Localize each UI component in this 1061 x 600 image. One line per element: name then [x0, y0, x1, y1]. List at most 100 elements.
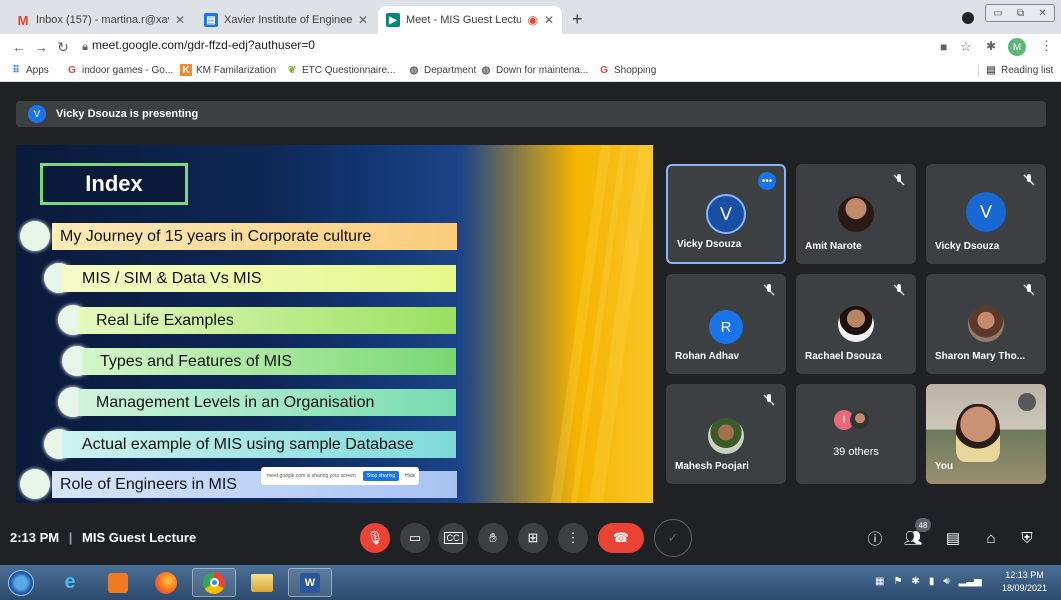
google-icon: G: [68, 64, 76, 76]
participant-name: Vicky Dsouza: [935, 241, 1000, 252]
media-control-icon[interactable]: [962, 12, 974, 24]
participant-tile[interactable]: Sharon Mary Tho...: [926, 274, 1046, 374]
clock-date: 18/09/2021: [1001, 583, 1047, 593]
tab-label: Xavier Institute of Engineering -: [224, 14, 352, 26]
more-options-button[interactable]: ⋮: [558, 523, 588, 553]
mic-toggle-button[interactable]: 🎙︎: [360, 523, 390, 553]
bookmark-maintenance[interactable]: ◍ Down for maintena...: [480, 64, 589, 76]
captions-button[interactable]: CC: [438, 523, 468, 553]
participant-tile[interactable]: Mahesh Poojari: [666, 384, 786, 484]
bookmark-label: Down for maintena...: [496, 64, 589, 76]
taskbar-ie[interactable]: e: [48, 568, 92, 597]
bookmark-label: KM Familarization: [196, 64, 277, 76]
taskbar-firefox[interactable]: [144, 568, 188, 597]
forward-icon[interactable]: →: [30, 39, 52, 55]
chrome-icon: [203, 571, 225, 594]
windows-taskbar: e W ▦ ⚑ ✱ ▮ 🔊︎ ▂▃▅ 12:13 PM 18/09/2021: [0, 565, 1061, 600]
extensions-icon[interactable]: ✱: [986, 39, 996, 53]
maximize-icon[interactable]: ⧉: [1017, 8, 1024, 19]
bookmark-km[interactable]: K KM Familarization: [180, 64, 276, 76]
participant-tile[interactable]: V Vicky Dsouza: [926, 164, 1046, 264]
tray-volume-icon[interactable]: 🔊︎: [943, 576, 949, 587]
slide-title: Index: [40, 163, 188, 205]
raise-hand-button[interactable]: ✋︎: [478, 523, 508, 553]
leave-call-button[interactable]: ☎︎: [598, 523, 644, 553]
activities-icon[interactable]: ⌂: [982, 529, 1000, 547]
bookmark-apps[interactable]: ⠿ Apps: [10, 64, 48, 76]
avatar: [708, 418, 744, 454]
bookmark-indoor-games[interactable]: Gindoor games - Go...: [66, 64, 173, 76]
present-button[interactable]: ⊞: [518, 523, 548, 553]
close-window-icon[interactable]: ✕: [1038, 8, 1046, 19]
taskbar-clock[interactable]: 12:13 PM 18/09/2021: [1002, 569, 1047, 595]
presenting-banner: V Vicky Dsouza is presenting: [16, 101, 1046, 127]
tab-gmail[interactable]: M Inbox (157) - martina.r@xavier.ac ✕: [8, 6, 193, 34]
tray-keyboard-icon[interactable]: ▦: [875, 576, 884, 587]
profile-avatar[interactable]: M: [1008, 38, 1026, 56]
back-icon[interactable]: ←: [8, 39, 30, 55]
camera-icon[interactable]: ■: [940, 40, 947, 54]
globe-icon: ◍: [409, 64, 419, 76]
google-icon: G: [600, 64, 608, 76]
meet-icon: ▶: [386, 13, 400, 27]
meeting-time: 2:13 PM: [10, 530, 60, 545]
close-tab-icon[interactable]: ✕: [358, 13, 368, 27]
menu-icon[interactable]: ⋮: [1040, 38, 1053, 54]
stop-sharing-button[interactable]: Stop sharing: [363, 471, 400, 481]
taskbar-explorer[interactable]: [240, 568, 284, 597]
avatar: [838, 306, 874, 342]
reload-icon[interactable]: ↻: [52, 39, 74, 56]
taskbar-word[interactable]: W: [288, 568, 332, 597]
meeting-title: MIS Guest Lecture: [82, 530, 197, 545]
tray-network-icon[interactable]: ▂▃▅: [959, 576, 982, 587]
self-video-tile[interactable]: You: [926, 384, 1046, 484]
participant-tile[interactable]: Rachael Dsouza: [796, 274, 916, 374]
bookmark-label: indoor games - Go...: [82, 64, 174, 76]
minimize-icon[interactable]: ▭: [993, 8, 1002, 19]
slide-item: MIS / SIM & Data Vs MIS: [62, 265, 456, 292]
taskbar-chrome[interactable]: [192, 568, 236, 597]
bookmark-star-icon[interactable]: ☆: [960, 39, 972, 55]
more-options-icon[interactable]: •••: [758, 172, 776, 190]
new-tab-button[interactable]: +: [572, 9, 583, 30]
reading-list-button[interactable]: ▤ Reading list: [978, 64, 1053, 76]
camera-toggle-button[interactable]: ▭: [400, 523, 430, 553]
hide-share-notice-button[interactable]: Hide: [405, 473, 415, 479]
bookmark-department[interactable]: ◍ Department: [408, 64, 477, 76]
tab-meet[interactable]: ▶ Meet - MIS Guest Lecture ◉ ✕: [378, 6, 562, 34]
participant-name: Amit Narote: [805, 241, 862, 252]
start-button[interactable]: [2, 568, 40, 597]
firefox-icon: [155, 571, 177, 594]
participant-tile[interactable]: Amit Narote: [796, 164, 916, 264]
avatar: V: [706, 194, 746, 234]
km-icon: K: [180, 64, 192, 76]
taskbar-media[interactable]: [96, 568, 140, 597]
chat-icon[interactable]: ▤: [944, 529, 962, 547]
host-controls-icon[interactable]: ⛨: [1018, 529, 1036, 547]
internet-explorer-icon: e: [64, 571, 76, 593]
close-tab-icon[interactable]: ✕: [175, 13, 185, 27]
url-field[interactable]: meet.google.com/gdr-ffzd-edj?authuser=0: [92, 38, 315, 52]
participant-tile[interactable]: ••• V Vicky Dsouza: [666, 164, 786, 264]
bookmarks-bar: ⠿ Apps Gindoor games - Go... K KM Familari…: [0, 60, 1061, 82]
more-vert-icon: ⋮: [566, 530, 580, 545]
participant-tile[interactable]: R Rohan Adhav: [666, 274, 786, 374]
tray-flag-icon[interactable]: ⚑: [893, 576, 902, 587]
tray-bluetooth-icon[interactable]: ✱: [911, 576, 919, 587]
bookmark-etc[interactable]: ❦ ETC Questionnaire...: [286, 64, 396, 76]
participant-name: Rachael Dsouza: [805, 351, 882, 362]
bookmark-shopping[interactable]: G Shopping: [598, 64, 656, 76]
tray-power-icon[interactable]: ▮: [929, 576, 935, 587]
tab-xavier[interactable]: ▤ Xavier Institute of Engineering - ✕: [196, 6, 376, 34]
slide-item: Types and Features of MIS: [82, 348, 456, 375]
mic-off-icon: [893, 174, 905, 186]
participant-tile[interactable]: I 39 others: [796, 384, 916, 484]
meeting-details-icon[interactable]: ⓘ: [866, 529, 884, 548]
avatar: [968, 306, 1004, 342]
slide-item: Actual example of MIS using sample Datab…: [62, 431, 456, 458]
avatar: V: [966, 192, 1006, 232]
participant-name: Mahesh Poojari: [675, 461, 749, 472]
end-call-icon: ☎︎: [612, 530, 630, 545]
bookmark-label: Department: [424, 64, 477, 76]
close-tab-icon[interactable]: ✕: [544, 13, 554, 27]
